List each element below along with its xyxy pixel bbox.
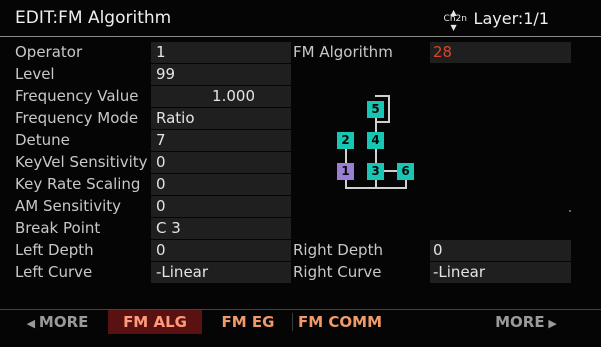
break-point-label: Break Point xyxy=(15,219,101,237)
left-curve-label: Left Curve xyxy=(15,263,93,281)
left-depth-label: Left Depth xyxy=(15,241,94,259)
more-right-softkey[interactable]: MORE ▶ xyxy=(478,310,574,334)
layer-indicator[interactable]: ▲ Ch2n ▼ Layer:1/1 xyxy=(444,8,549,32)
frequency-value-field[interactable]: 1.000 xyxy=(151,86,291,107)
title-bar: EDIT:FM Algorithm ▲ Ch2n ▼ Layer:1/1 xyxy=(0,0,601,37)
softkey-bar: ◀ MORE FM ALG FM EG FM COMM MORE ▶ xyxy=(0,309,601,334)
right-depth-field[interactable]: 0 xyxy=(430,240,571,261)
feedback-wire-right xyxy=(388,95,390,123)
more-left-softkey[interactable]: ◀ MORE xyxy=(10,310,105,334)
left-depth-field[interactable]: 0 xyxy=(151,240,291,261)
channel-layer-icon: ▲ Ch2n ▼ xyxy=(444,8,467,32)
operator-2: 2 xyxy=(337,132,354,149)
scroll-marker xyxy=(569,210,571,212)
more-left-label: MORE xyxy=(38,313,89,331)
detune-field[interactable]: 7 xyxy=(151,130,291,151)
operator-6: 6 xyxy=(397,163,414,180)
level-label: Level xyxy=(15,65,55,83)
arrow-down-icon: ▼ xyxy=(450,22,457,32)
frequency-value-label: Frequency Value xyxy=(15,87,139,105)
layer-label: Layer:1/1 xyxy=(473,9,549,28)
wire-5-4 xyxy=(375,118,377,132)
tab-fm-alg[interactable]: FM ALG xyxy=(108,310,202,334)
arrow-left-icon: ◀ xyxy=(26,317,39,330)
algorithm-diagram: 5 2 4 1 3 6 xyxy=(330,90,430,190)
right-curve-label: Right Curve xyxy=(293,263,382,281)
keyvel-sensitivity-label: KeyVel Sensitivity xyxy=(15,153,148,171)
level-field[interactable]: 99 xyxy=(151,64,291,85)
output-bus xyxy=(345,187,407,189)
arrow-right-icon: ▶ xyxy=(544,317,557,330)
am-sensitivity-field[interactable]: 0 xyxy=(151,196,291,217)
more-right-label: MORE xyxy=(495,313,545,331)
feedback-wire-bottom xyxy=(375,121,390,123)
right-curve-field[interactable]: -Linear xyxy=(430,262,571,283)
detune-label: Detune xyxy=(15,131,70,149)
fm-algorithm-label: FM Algorithm xyxy=(293,43,393,61)
left-curve-field[interactable]: -Linear xyxy=(151,262,291,283)
am-sensitivity-label: AM Sensitivity xyxy=(15,197,122,215)
key-rate-scaling-field[interactable]: 0 xyxy=(151,174,291,195)
break-point-field[interactable]: C 3 xyxy=(151,218,291,239)
wire-4-3 xyxy=(375,149,377,163)
fm-algorithm-field[interactable]: 28 xyxy=(430,42,571,63)
page-title: EDIT:FM Algorithm xyxy=(15,8,172,28)
frequency-mode-label: Frequency Mode xyxy=(15,109,139,127)
keyvel-sensitivity-field[interactable]: 0 xyxy=(151,152,291,173)
operator-5: 5 xyxy=(367,101,384,118)
operator-1: 1 xyxy=(337,163,354,180)
operator-4: 4 xyxy=(367,132,384,149)
key-rate-scaling-label: Key Rate Scaling xyxy=(15,175,141,193)
operator-label: Operator xyxy=(15,43,83,61)
tab-fm-comm[interactable]: FM COMM xyxy=(293,310,387,334)
wire-2-1 xyxy=(345,149,347,163)
operator-field[interactable]: 1 xyxy=(151,42,291,63)
operator-3: 3 xyxy=(367,163,384,180)
right-depth-label: Right Depth xyxy=(293,241,383,259)
tab-fm-eg[interactable]: FM EG xyxy=(204,310,292,334)
frequency-mode-field[interactable]: Ratio xyxy=(151,108,291,129)
